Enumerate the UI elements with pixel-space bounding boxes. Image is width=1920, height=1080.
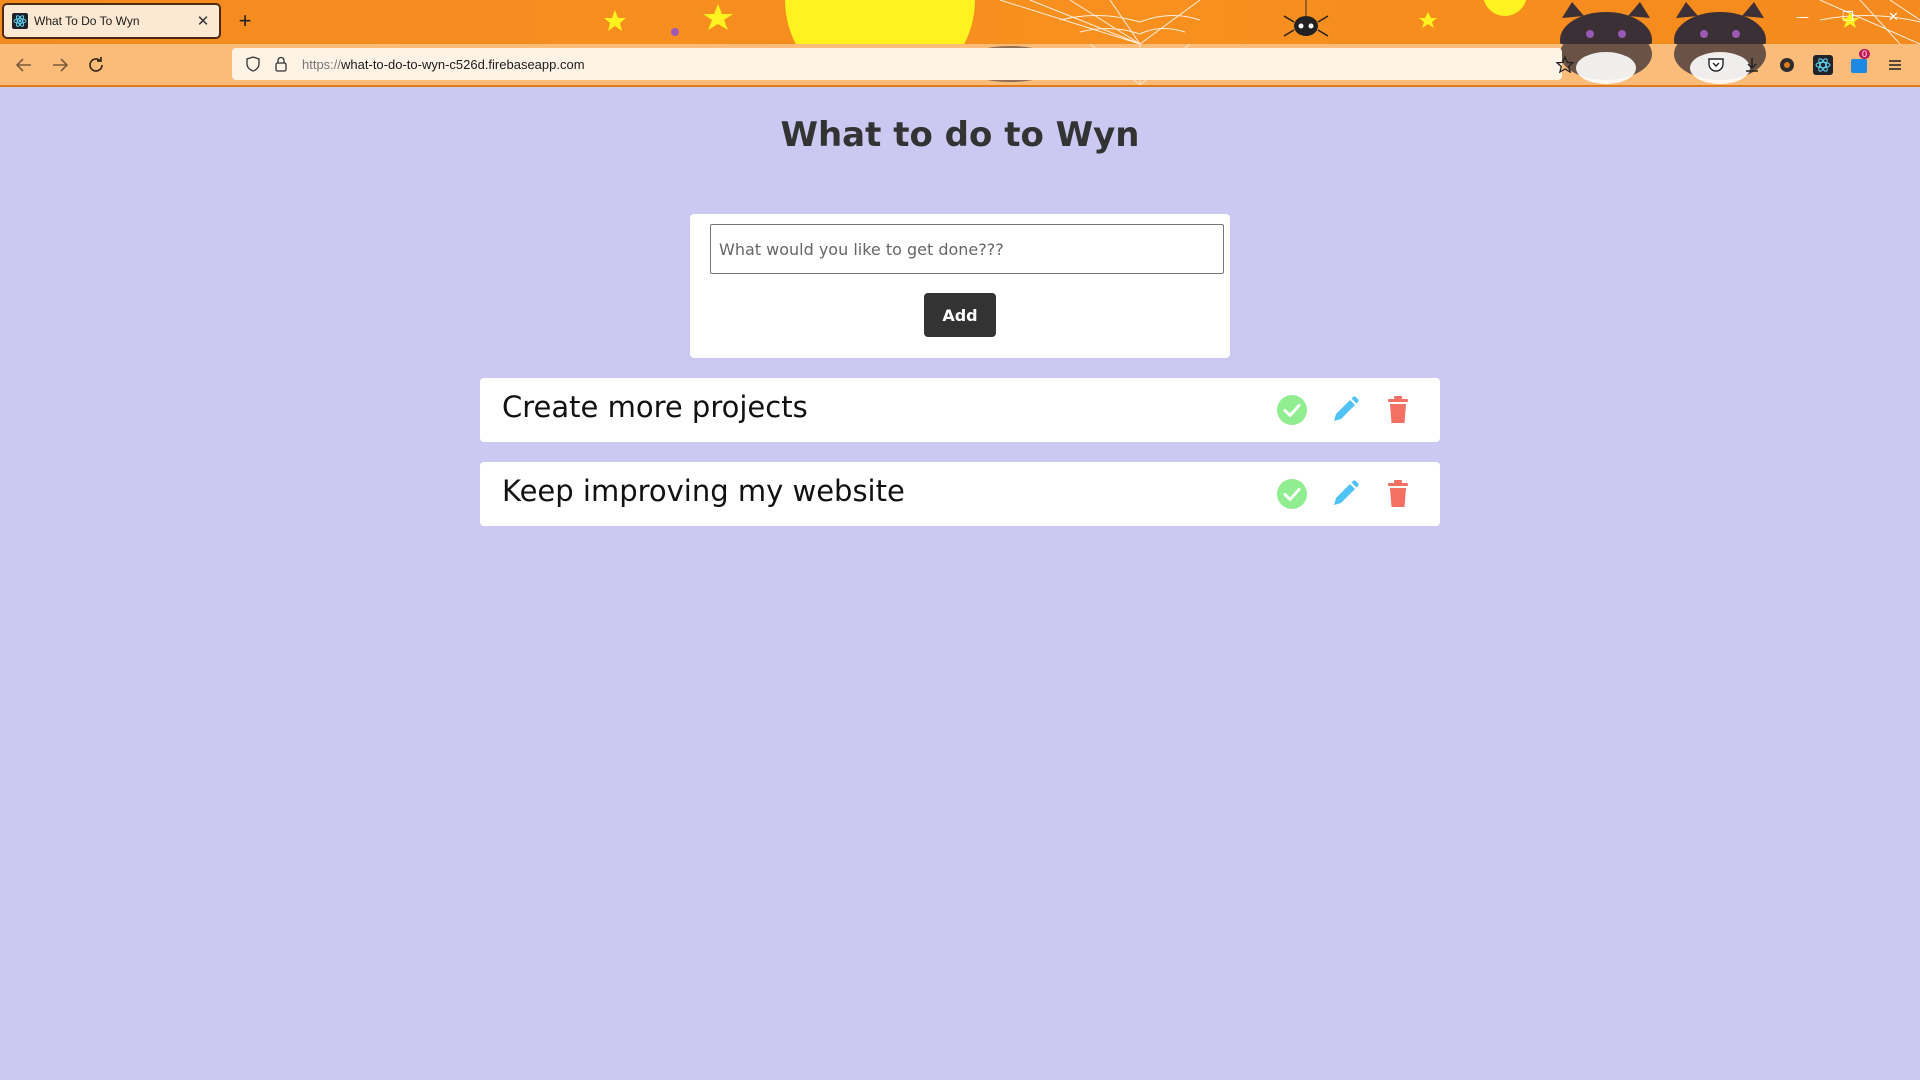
tab-title: What To Do To Wyn [34, 14, 140, 28]
address-bar[interactable]: https://what-to-do-to-wyn-c526d.firebase… [232, 48, 1562, 80]
back-arrow-icon[interactable] [12, 53, 36, 77]
url-text[interactable]: https://what-to-do-to-wyn-c526d.firebase… [302, 57, 585, 72]
new-tab-button[interactable]: + [234, 8, 256, 34]
browser-tab-active[interactable]: What To Do To Wyn ✕ [2, 3, 221, 39]
browser-navigation-bar: https://what-to-do-to-wyn-c526d.firebase… [0, 44, 1920, 87]
forward-arrow-icon[interactable] [48, 53, 72, 77]
downloads-icon[interactable] [1742, 55, 1762, 75]
todo-input[interactable] [710, 224, 1224, 274]
trash-icon[interactable] [1382, 394, 1414, 426]
reload-icon[interactable] [84, 53, 108, 77]
lock-icon[interactable] [272, 55, 290, 73]
react-logo-icon [12, 13, 28, 29]
todo-text: Create more projects [502, 390, 808, 424]
add-button[interactable]: Add [924, 293, 996, 337]
browser-tab-strip: What To Do To Wyn ✕ + — ❐ ✕ [0, 0, 1920, 44]
extension-dark-icon[interactable] [1777, 55, 1797, 75]
minimize-icon[interactable]: — [1796, 10, 1809, 25]
pencil-icon[interactable] [1329, 394, 1361, 426]
check-circle-icon[interactable] [1276, 394, 1308, 426]
tab-close-icon[interactable]: ✕ [195, 12, 211, 30]
page-title: What to do to Wyn [780, 115, 1140, 155]
todo-item: Keep improving my website [480, 462, 1440, 526]
maximize-icon[interactable]: ❐ [1842, 10, 1854, 25]
tracking-protection-shield-icon[interactable] [244, 55, 262, 73]
todo-text: Keep improving my website [502, 474, 905, 508]
hamburger-menu-icon[interactable] [1885, 55, 1905, 75]
check-circle-icon[interactable] [1276, 478, 1308, 510]
add-todo-form: Add [690, 214, 1230, 358]
theme-decoration [604, 0, 1920, 44]
pocket-icon[interactable] [1706, 55, 1726, 75]
react-devtools-icon[interactable] [1813, 55, 1833, 75]
pencil-icon[interactable] [1329, 478, 1361, 510]
todo-item: Create more projects [480, 378, 1440, 442]
extension-badge-icon[interactable]: 0 [1849, 49, 1871, 75]
extension-badge-count: 0 [1859, 49, 1871, 59]
bookmark-star-icon[interactable] [1555, 55, 1575, 75]
trash-icon[interactable] [1382, 478, 1414, 510]
window-close-icon[interactable]: ✕ [1888, 10, 1899, 25]
